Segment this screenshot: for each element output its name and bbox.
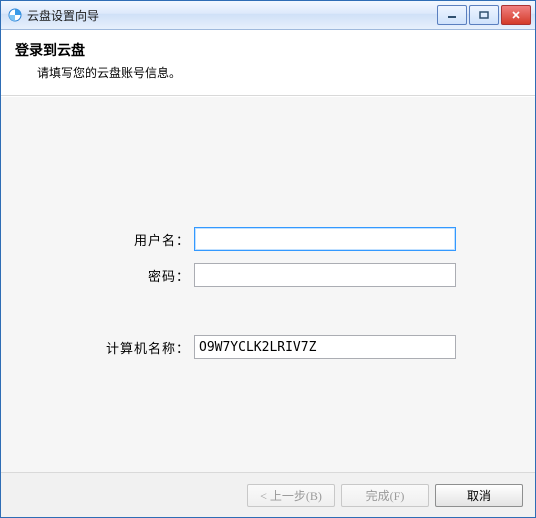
minimize-button[interactable] bbox=[437, 5, 467, 25]
password-label: 密码： bbox=[80, 266, 194, 285]
back-button[interactable]: < 上一步(B) bbox=[247, 484, 335, 507]
username-label: 用户名： bbox=[80, 230, 194, 249]
wizard-body: 用户名： 密码： 计算机名称： bbox=[1, 96, 535, 472]
wizard-window: 云盘设置向导 登录到云盘 请填写您的云盘账号信息。 用户名： bbox=[0, 0, 536, 518]
wizard-header: 登录到云盘 请填写您的云盘账号信息。 bbox=[1, 30, 535, 96]
wizard-footer: < 上一步(B) 完成(F) 取消 bbox=[1, 472, 535, 517]
window-controls bbox=[437, 5, 531, 25]
app-icon bbox=[7, 7, 23, 23]
minimize-icon bbox=[447, 11, 457, 19]
wizard-title: 登录到云盘 bbox=[15, 40, 521, 60]
window-title: 云盘设置向导 bbox=[27, 7, 437, 24]
wizard-subtitle: 请填写您的云盘账号信息。 bbox=[15, 64, 521, 81]
password-row: 密码： bbox=[80, 263, 456, 287]
computer-name-label: 计算机名称： bbox=[80, 338, 194, 357]
computer-name-input[interactable] bbox=[194, 335, 456, 359]
cancel-button[interactable]: 取消 bbox=[435, 484, 523, 507]
finish-button[interactable]: 完成(F) bbox=[341, 484, 429, 507]
computer-name-row: 计算机名称： bbox=[80, 335, 456, 359]
close-button[interactable] bbox=[501, 5, 531, 25]
username-row: 用户名： bbox=[80, 227, 456, 251]
maximize-icon bbox=[479, 11, 489, 19]
username-input[interactable] bbox=[194, 227, 456, 251]
maximize-button[interactable] bbox=[469, 5, 499, 25]
close-icon bbox=[511, 11, 521, 19]
password-input[interactable] bbox=[194, 263, 456, 287]
titlebar: 云盘设置向导 bbox=[1, 1, 535, 30]
